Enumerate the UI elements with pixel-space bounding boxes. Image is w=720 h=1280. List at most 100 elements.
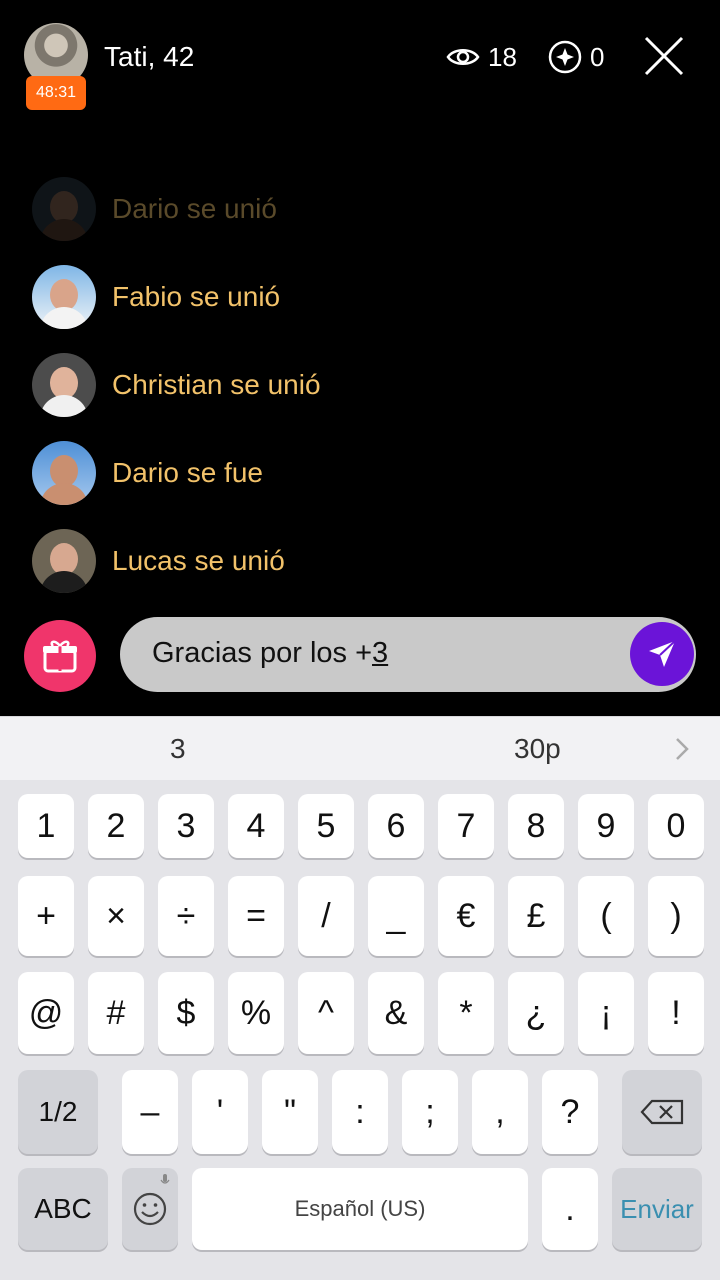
send-button[interactable]: [630, 622, 694, 686]
paper-plane-icon: [649, 640, 676, 667]
host-name: Tati, 42: [104, 41, 195, 72]
key[interactable]: ¿: [508, 972, 564, 1054]
key-label: ABC: [34, 1193, 92, 1224]
eye-icon: [446, 49, 480, 65]
key-label: ,: [495, 1092, 505, 1131]
key[interactable]: #: [88, 972, 144, 1054]
feed-item: Lucas se unió: [32, 529, 632, 593]
feed-item-text: Fabio se unió: [112, 281, 281, 312]
key[interactable]: ): [648, 876, 704, 956]
user-avatar[interactable]: [32, 441, 96, 505]
stream-header: 48:31 Tati, 42 18 0: [0, 0, 720, 120]
key-label: &: [384, 993, 408, 1032]
message-input[interactable]: Gracias por los +3: [120, 617, 696, 692]
key-label: =: [246, 896, 266, 935]
key-label: Enviar: [620, 1193, 694, 1224]
key-label: %: [240, 993, 272, 1032]
key[interactable]: 6: [368, 794, 424, 858]
period-key[interactable]: .: [542, 1168, 598, 1250]
key[interactable]: 2: [88, 794, 144, 858]
key[interactable]: 4: [228, 794, 284, 858]
user-avatar[interactable]: [32, 177, 96, 241]
key-label: €: [456, 896, 476, 935]
key-label: Español (US): [294, 1196, 426, 1221]
key-label: _: [386, 896, 406, 935]
key-label: 5: [316, 806, 336, 845]
key[interactable]: 8: [508, 794, 564, 858]
key[interactable]: 3: [158, 794, 214, 858]
key-label: ×: [106, 896, 126, 935]
key[interactable]: $: [158, 972, 214, 1054]
points-counter: 0: [548, 38, 604, 76]
key-label: *: [459, 993, 473, 1032]
key[interactable]: ;: [402, 1070, 458, 1154]
feed-item: Dario se fue: [32, 441, 632, 505]
key[interactable]: =: [228, 876, 284, 956]
key[interactable]: /: [298, 876, 354, 956]
key[interactable]: 5: [298, 794, 354, 858]
user-avatar[interactable]: [32, 265, 96, 329]
key-label: £: [526, 896, 546, 935]
key-label: 8: [526, 806, 546, 845]
key-label: $: [176, 993, 196, 1032]
key-half-layout[interactable]: 1/2: [18, 1070, 98, 1154]
stream-timer-badge: 48:31: [26, 76, 86, 110]
space-key[interactable]: Español (US): [192, 1168, 528, 1250]
feed-item: Christian se unió: [32, 353, 632, 417]
key-label: 9: [596, 806, 616, 845]
chevron-right-icon[interactable]: [670, 735, 694, 763]
key[interactable]: +: [18, 876, 74, 956]
key[interactable]: 9: [578, 794, 634, 858]
backspace-icon: [640, 1099, 684, 1125]
key[interactable]: ": [262, 1070, 318, 1154]
key[interactable]: £: [508, 876, 564, 956]
key-label: ": [283, 1092, 297, 1131]
feed-item: Fabio se unió: [32, 265, 632, 329]
key[interactable]: ÷: [158, 876, 214, 956]
key[interactable]: (: [578, 876, 634, 956]
backspace-key[interactable]: [622, 1070, 702, 1154]
key-label: ;: [425, 1092, 435, 1131]
key[interactable]: ': [192, 1070, 248, 1154]
key[interactable]: _: [368, 876, 424, 956]
viewers-count: 18: [488, 41, 517, 72]
key-label: 7: [456, 806, 476, 845]
key-label: 1/2: [38, 1096, 78, 1127]
close-button[interactable]: [642, 34, 686, 78]
key[interactable]: ,: [472, 1070, 528, 1154]
key-label: :: [355, 1092, 365, 1131]
key-label: ': [216, 1092, 224, 1131]
key[interactable]: €: [438, 876, 494, 956]
on-screen-keyboard: 3 30p 1 2 3 4 5 6 7 8 9 0 + × ÷ = / _ € £ () @ # $% ^ & * ¿ ¡! 1…: [0, 716, 720, 1280]
key-label: .: [565, 1189, 575, 1228]
key[interactable]: ¡: [578, 972, 634, 1054]
key[interactable]: @: [18, 972, 74, 1054]
key[interactable]: !: [648, 972, 704, 1054]
key-label: !: [671, 993, 681, 1032]
feed-item-text: Dario se fue: [112, 457, 263, 488]
emoji-key[interactable]: [122, 1168, 178, 1250]
key[interactable]: ×: [88, 876, 144, 956]
key-label: 1: [36, 806, 56, 845]
key[interactable]: 7: [438, 794, 494, 858]
key[interactable]: 0: [648, 794, 704, 858]
gift-button[interactable]: [24, 620, 96, 692]
key[interactable]: &: [368, 972, 424, 1054]
user-avatar[interactable]: [32, 353, 96, 417]
key[interactable]: 1: [18, 794, 74, 858]
enviar-key[interactable]: Enviar: [612, 1168, 702, 1250]
suggestion-item[interactable]: 3: [170, 733, 186, 765]
microphone-icon: [160, 1174, 170, 1184]
abc-key[interactable]: ABC: [18, 1168, 108, 1250]
user-avatar[interactable]: [32, 529, 96, 593]
key[interactable]: ?: [542, 1070, 598, 1154]
key[interactable]: *: [438, 972, 494, 1054]
key[interactable]: :: [332, 1070, 388, 1154]
key[interactable]: %: [228, 972, 284, 1054]
feed-item-text: Dario se unió: [112, 193, 277, 224]
suggestion-item[interactable]: 30p: [514, 733, 561, 765]
key[interactable]: ^: [298, 972, 354, 1054]
key[interactable]: –: [122, 1070, 178, 1154]
gift-icon: [43, 640, 77, 673]
key-label: ¡: [600, 993, 612, 1032]
